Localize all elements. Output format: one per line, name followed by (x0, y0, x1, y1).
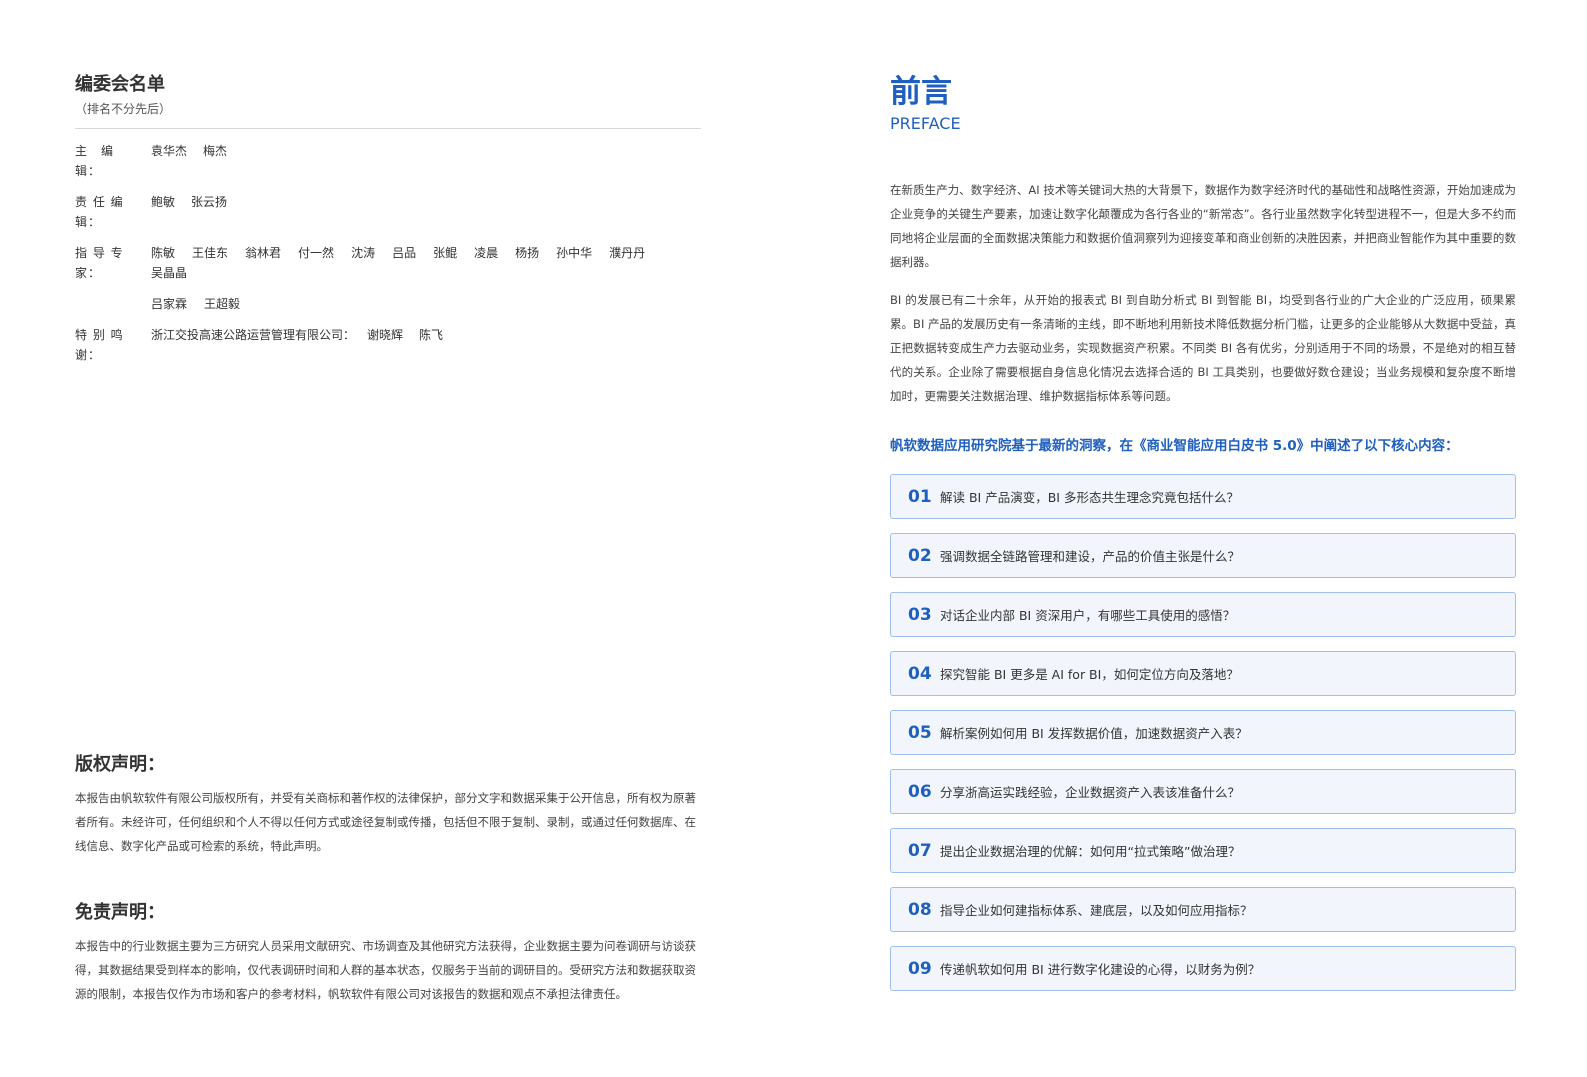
item-text: 传递帆软如何用 BI 进行数字化建设的心得，以财务为例？ (940, 962, 1261, 977)
item-number: 01 (908, 486, 932, 507)
divider (75, 128, 701, 129)
core-content-item: 02 强调数据全链路管理和建设，产品的价值主张是什么？ (890, 533, 1516, 578)
role-label: 责 任 编 辑： (75, 195, 124, 229)
item-text: 对话企业内部 BI 资深用户，有哪些工具使用的感悟？ (940, 608, 1236, 623)
preface-section: 前言 PREFACE 在新质生产力、数字经济、AI 技术等关键词大热的大背景下，… (890, 72, 1516, 1005)
person-name: 鲍敏 (151, 195, 176, 209)
person-name: 吕品 (392, 246, 417, 260)
core-content-list: 01 解读 BI 产品演变，BI 多形态共生理念究竟包括什么？ 02 强调数据全… (890, 474, 1516, 991)
person-name: 陈敏 (151, 246, 176, 260)
core-content-item: 08 指导企业如何建指标体系、建底层，以及如何应用指标？ (890, 887, 1516, 932)
item-text: 解读 BI 产品演变，BI 多形态共生理念究竟包括什么？ (940, 490, 1239, 505)
person-name: 张鲲 (433, 246, 458, 260)
core-content-item: 01 解读 BI 产品演变，BI 多形态共生理念究竟包括什么？ (890, 474, 1516, 519)
person-name: 付一然 (298, 246, 335, 260)
editorial-row-responsible-editor: 责 任 编 辑： 鲍敏 张云扬 (75, 192, 701, 232)
preface-paragraph-2: BI 的发展已有二十余年，从开始的报表式 BI 到自助分析式 BI 到智能 BI… (890, 293, 1516, 403)
core-content-item: 03 对话企业内部 BI 资深用户，有哪些工具使用的感悟？ (890, 592, 1516, 637)
person-name: 吴晶晶 (151, 266, 188, 280)
organization-name: 浙江交投高速公路运营管理有限公司： (151, 328, 356, 342)
person-name: 王佳东 (192, 246, 229, 260)
editorial-title: 编委会名单 (75, 74, 165, 95)
name-list: 袁华杰 梅杰 (151, 141, 701, 181)
item-text: 探究智能 BI 更多是 AI for BI，如何定位方向及落地？ (940, 667, 1239, 682)
preface-lead: 帆软数据应用研究院基于最新的洞察，在《商业智能应用白皮书 5.0》中阐述了以下核… (890, 438, 1459, 454)
person-name: 陈飞 (419, 328, 444, 342)
item-number: 03 (908, 604, 932, 625)
name-list: 陈敏 王佳东 翁林君 付一然 沈涛 吕品 张鲲 凌晨 杨扬 孙中华 濮丹丹 吴晶… (151, 243, 701, 314)
person-name: 张云扬 (191, 195, 228, 209)
item-number: 06 (908, 781, 932, 802)
item-text: 分享浙高运实践经验，企业数据资产入表该准备什么？ (940, 785, 1241, 800)
role-label: 主 编 辑： (75, 144, 128, 178)
person-name: 孙中华 (556, 246, 593, 260)
person-name: 梅杰 (203, 144, 228, 158)
core-content-item: 09 传递帆软如何用 BI 进行数字化建设的心得，以财务为例？ (890, 946, 1516, 991)
item-number: 05 (908, 722, 932, 743)
disclaimer-title: 免责声明： (75, 902, 165, 923)
person-name: 翁林君 (245, 246, 282, 260)
core-content-item: 05 解析案例如何用 BI 发挥数据价值，加速数据资产入表？ (890, 710, 1516, 755)
copyright-title: 版权声明： (75, 754, 165, 775)
item-number: 04 (908, 663, 932, 684)
item-text: 提出企业数据治理的优解：如何用“拉式策略”做治理？ (940, 844, 1241, 859)
item-text: 强调数据全链路管理和建设，产品的价值主张是什么？ (940, 549, 1241, 564)
item-number: 02 (908, 545, 932, 566)
editorial-row-special-thanks: 特 别 鸣 谢： 浙江交投高速公路运营管理有限公司： 谢晓辉 陈飞 (75, 325, 701, 365)
editorial-row-advisors: 指 导 专 家： 陈敏 王佳东 翁林君 付一然 沈涛 吕品 张鲲 凌晨 杨扬 孙… (75, 243, 701, 314)
preface-title: 前言 (890, 74, 952, 110)
core-content-item: 04 探究智能 BI 更多是 AI for BI，如何定位方向及落地？ (890, 651, 1516, 696)
person-name: 沈涛 (351, 246, 376, 260)
person-name: 杨扬 (515, 246, 540, 260)
person-name: 谢晓辉 (367, 328, 404, 342)
role-label: 特 别 鸣 谢： (75, 328, 124, 362)
item-number: 07 (908, 840, 932, 861)
item-number: 09 (908, 958, 932, 979)
name-list: 鲍敏 张云扬 (151, 192, 701, 232)
person-name: 濮丹丹 (609, 246, 646, 260)
preface-paragraph-1: 在新质生产力、数字经济、AI 技术等关键词大热的大背景下，数据作为数字经济时代的… (890, 183, 1516, 269)
editorial-row-chief-editor: 主 编 辑： 袁华杰 梅杰 (75, 141, 701, 181)
item-number: 08 (908, 899, 932, 920)
role-label: 指 导 专 家： (75, 246, 124, 280)
item-text: 解析案例如何用 BI 发挥数据价值，加速数据资产入表？ (940, 726, 1248, 741)
person-name: 凌晨 (474, 246, 499, 260)
name-list: 浙江交投高速公路运营管理有限公司： 谢晓辉 陈飞 (151, 325, 701, 365)
core-content-item: 06 分享浙高运实践经验，企业数据资产入表该准备什么？ (890, 769, 1516, 814)
editorial-board: 编委会名单 （排名不分先后） 主 编 辑： 袁华杰 梅杰 责 任 编 辑： 鲍敏… (75, 72, 701, 376)
editorial-list: 主 编 辑： 袁华杰 梅杰 责 任 编 辑： 鲍敏 张云扬 指 导 专 家： 陈… (75, 141, 701, 365)
item-text: 指导企业如何建指标体系、建底层，以及如何应用指标？ (940, 903, 1253, 918)
person-name: 吕家霖 (151, 297, 188, 311)
editorial-subtitle: （排名不分先后） (75, 102, 172, 116)
person-name: 王超毅 (204, 297, 241, 311)
copyright-body: 本报告由帆软软件有限公司版权所有，并受有关商标和著作权的法律保护，部分文字和数据… (75, 791, 696, 853)
preface-subtitle: PREFACE (890, 114, 961, 133)
disclaimer-body: 本报告中的行业数据主要为三方研究人员采用文献研究、市场调查及其他研究方法获得，企… (75, 939, 696, 1001)
core-content-item: 07 提出企业数据治理的优解：如何用“拉式策略”做治理？ (890, 828, 1516, 873)
disclaimer-section: 免责声明： 本报告中的行业数据主要为三方研究人员采用文献研究、市场调查及其他研究… (75, 900, 701, 1006)
copyright-section: 版权声明： 本报告由帆软软件有限公司版权所有，并受有关商标和著作权的法律保护，部… (75, 752, 701, 858)
person-name: 袁华杰 (151, 144, 188, 158)
